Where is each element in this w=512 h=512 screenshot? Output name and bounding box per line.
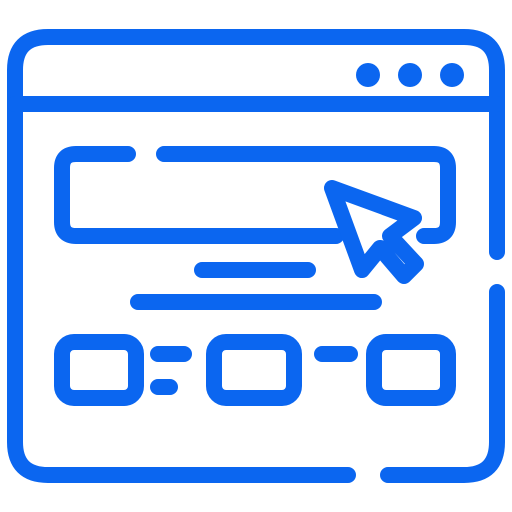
cursor-arrow-icon (324, 180, 424, 284)
box-middle (206, 334, 302, 406)
window-controls (356, 63, 464, 87)
input-box-left-segment (54, 146, 344, 244)
browser-window-with-cursor-icon (7, 29, 505, 483)
window-dot-2 (398, 63, 422, 87)
window-dot-1 (356, 63, 380, 87)
icon-canvas (0, 0, 512, 512)
box-right (366, 334, 456, 406)
box-left (54, 334, 144, 406)
window-dot-3 (440, 63, 464, 87)
